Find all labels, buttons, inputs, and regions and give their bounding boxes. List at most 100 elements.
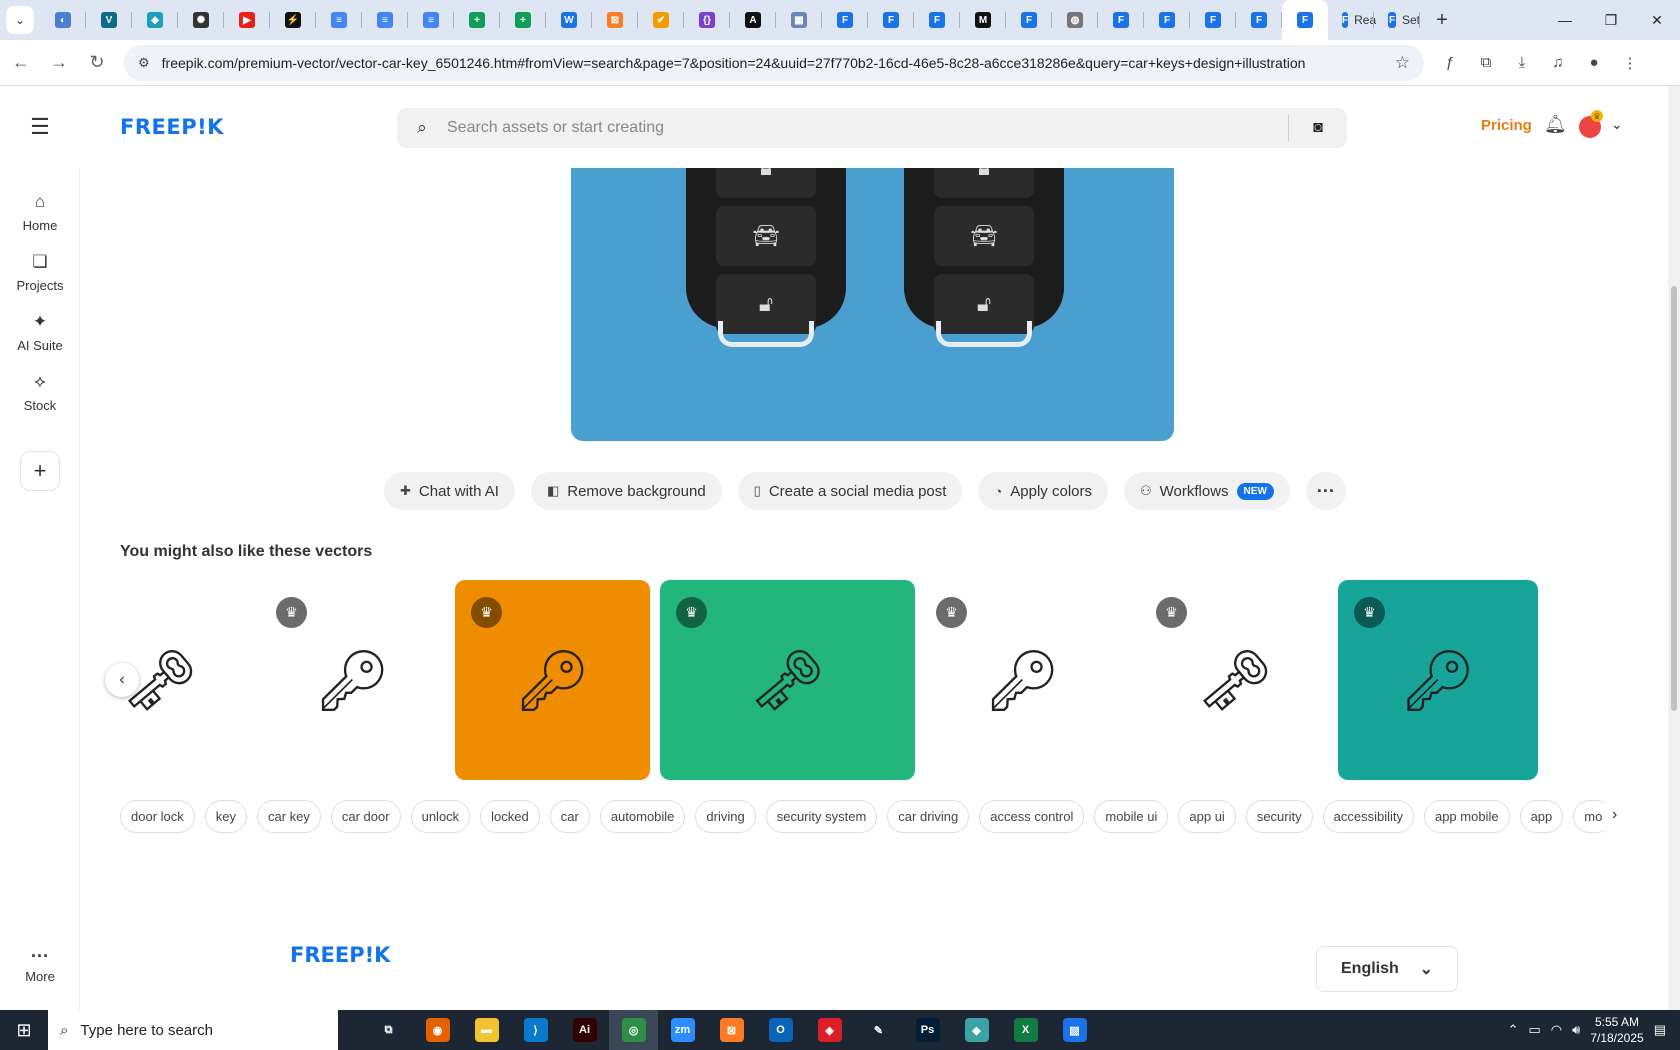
browser-tab[interactable]: ≡ <box>362 0 408 40</box>
taskbar-app[interactable]: Ai <box>560 1010 609 1050</box>
tag-chip[interactable]: mobile ui <box>1094 800 1169 833</box>
extension-f-icon[interactable]: ƒ <box>1432 46 1468 80</box>
taskbar-app[interactable]: ◉ <box>413 1010 462 1050</box>
browser-tab[interactable]: ⚡ <box>270 0 316 40</box>
browser-tab[interactable]: F <box>1236 0 1282 40</box>
browser-tab[interactable]: ✔ <box>638 0 684 40</box>
sidebar-item-projects[interactable]: ❏ Projects <box>0 252 80 293</box>
user-avatar[interactable]: ♛ <box>1579 110 1603 138</box>
taskbar-app[interactable]: ⟩ <box>511 1010 560 1050</box>
browser-tab[interactable]: W <box>546 0 592 40</box>
account-chevron-down-icon[interactable]: ⌄ <box>1611 116 1623 133</box>
tag-chip[interactable]: car door <box>330 800 401 833</box>
workflows-button[interactable]: ⚇ Workflows NEW <box>1123 472 1290 510</box>
tab-search-button[interactable]: ⌄ <box>6 6 34 34</box>
browser-tab[interactable]: ▶ <box>224 0 270 40</box>
browser-tab[interactable]: F <box>868 0 914 40</box>
related-vector-thumbnail[interactable]: ♛ 🔑︎ <box>920 580 1125 780</box>
tag-chip[interactable]: security <box>1245 800 1313 833</box>
browser-tab[interactable]: F <box>1006 0 1052 40</box>
scrollbar-thumb[interactable] <box>1671 286 1677 711</box>
sidebar-item-stock[interactable]: ⟡ Stock <box>0 372 80 413</box>
footer-freepik-logo[interactable]: FREEP!K <box>290 943 390 967</box>
extensions-puzzle-icon[interactable]: ⧉ <box>1468 46 1504 80</box>
browser-tab[interactable]: F <box>1190 0 1236 40</box>
tag-chip[interactable]: unlock <box>410 800 471 833</box>
browser-tab[interactable]: ▦ <box>776 0 822 40</box>
taskbar-app[interactable]: X <box>1001 1010 1050 1050</box>
tag-chip[interactable]: security system <box>765 800 878 833</box>
tag-chip[interactable]: access control <box>979 800 1085 833</box>
browser-tab[interactable]: A <box>730 0 776 40</box>
hamburger-menu-icon[interactable]: ☰ <box>0 114 80 140</box>
browser-tab[interactable]: F <box>1144 0 1190 40</box>
tag-chip[interactable]: app mobile <box>1423 800 1510 833</box>
new-tab-button[interactable]: + <box>1426 4 1458 36</box>
browser-tab[interactable]: + <box>454 0 500 40</box>
bookmark-star-icon[interactable]: ☆ <box>1395 53 1410 73</box>
more-actions-button[interactable]: ··· <box>1305 472 1346 510</box>
taskbar-app[interactable]: ◈ <box>805 1010 854 1050</box>
tag-chip[interactable]: accessibility <box>1322 800 1414 833</box>
carousel-prev-chevron-icon[interactable]: ‹ <box>105 663 139 697</box>
browser-tab[interactable]: ⊠ <box>592 0 638 40</box>
browser-tab[interactable]: ◆ <box>132 0 178 40</box>
close-window-button[interactable]: ✕ <box>1634 0 1680 40</box>
minimize-button[interactable]: — <box>1542 0 1588 40</box>
sidebar-item-home[interactable]: ⌂ Home <box>0 192 80 233</box>
taskbar-app[interactable]: Ps <box>903 1010 952 1050</box>
taskbar-clock[interactable]: 5:55 AM 7/18/2025 <box>1590 1014 1643 1046</box>
apply-colors-button[interactable]: ◔ Apply colors <box>978 472 1108 510</box>
add-tool-button[interactable]: + <box>20 451 60 491</box>
taskbar-app[interactable]: ⊠ <box>707 1010 756 1050</box>
site-info-icon[interactable]: ⚙ <box>138 55 150 71</box>
taskbar-app[interactable]: O <box>756 1010 805 1050</box>
related-vector-thumbnail[interactable]: ♛ 🔑︎ <box>260 580 445 780</box>
tags-next-chevron-icon[interactable]: › <box>1612 806 1617 824</box>
browser-tab[interactable]: ◍ <box>1052 0 1098 40</box>
browser-tab[interactable]: + <box>500 0 546 40</box>
tag-chip[interactable]: car key <box>256 800 321 833</box>
camera-search-icon[interactable]: ◙ <box>1289 119 1347 137</box>
tag-chip[interactable]: mo <box>1573 800 1605 833</box>
tag-chip[interactable]: app ui <box>1178 800 1236 833</box>
browser-tab[interactable]: {} <box>684 0 730 40</box>
restore-button[interactable]: ❐ <box>1588 0 1634 40</box>
browser-tab[interactable]: V <box>86 0 132 40</box>
address-bar[interactable]: ⚙ freepik.com/premium-vector/vector-car-… <box>124 44 1424 81</box>
related-vector-thumbnail[interactable]: ♛ 🗝︎ <box>1140 580 1330 780</box>
tag-chip[interactable]: locked <box>480 800 540 833</box>
tag-chip[interactable]: driving <box>695 800 756 833</box>
taskbar-app[interactable]: ▨ <box>1050 1010 1099 1050</box>
create-social-post-button[interactable]: ▯ Create a social media post <box>737 472 963 510</box>
tag-chip[interactable]: automobile <box>599 800 686 833</box>
related-vector-thumbnail[interactable]: ♛ 🔑︎ <box>1338 580 1538 780</box>
media-control-icon[interactable]: ♫ <box>1540 46 1576 80</box>
profile-avatar-icon[interactable]: ● <box>1576 46 1612 80</box>
browser-tab[interactable]: F <box>1282 0 1328 40</box>
back-button[interactable]: ← <box>4 46 38 80</box>
windows-start-icon[interactable]: ⊞ <box>0 1010 48 1050</box>
pricing-link[interactable]: Pricing <box>1481 117 1532 134</box>
browser-tab[interactable]: ≡ <box>316 0 362 40</box>
wifi-icon[interactable]: ◠ <box>1551 1022 1562 1038</box>
taskbar-app[interactable]: ⧉ <box>364 1010 413 1050</box>
network-icon[interactable]: ▭ <box>1528 1022 1540 1038</box>
freepik-logo[interactable]: FREEP!K <box>120 115 224 139</box>
downloads-icon[interactable]: ⤓ <box>1504 46 1540 80</box>
remove-background-button[interactable]: ◧ Remove background <box>530 472 722 510</box>
browser-tab[interactable]: ✺ <box>178 0 224 40</box>
sidebar-more-button[interactable]: ··· More <box>0 946 80 984</box>
tag-chip[interactable]: door lock <box>120 800 195 833</box>
page-scrollbar[interactable] <box>1668 86 1680 1010</box>
notifications-bell-icon[interactable]: 🔔︎ <box>1544 114 1567 135</box>
tag-chip[interactable]: key <box>204 800 247 833</box>
url-text[interactable]: freepik.com/premium-vector/vector-car-ke… <box>162 55 1395 71</box>
taskbar-app[interactable]: ✎ <box>854 1010 903 1050</box>
tag-chip[interactable]: car <box>549 800 590 833</box>
tag-chip[interactable]: car driving <box>887 800 970 833</box>
browser-tab[interactable]: F <box>914 0 960 40</box>
tag-chip[interactable]: app <box>1519 800 1564 833</box>
browser-tab[interactable]: M <box>960 0 1006 40</box>
taskbar-app[interactable]: ▬ <box>462 1010 511 1050</box>
